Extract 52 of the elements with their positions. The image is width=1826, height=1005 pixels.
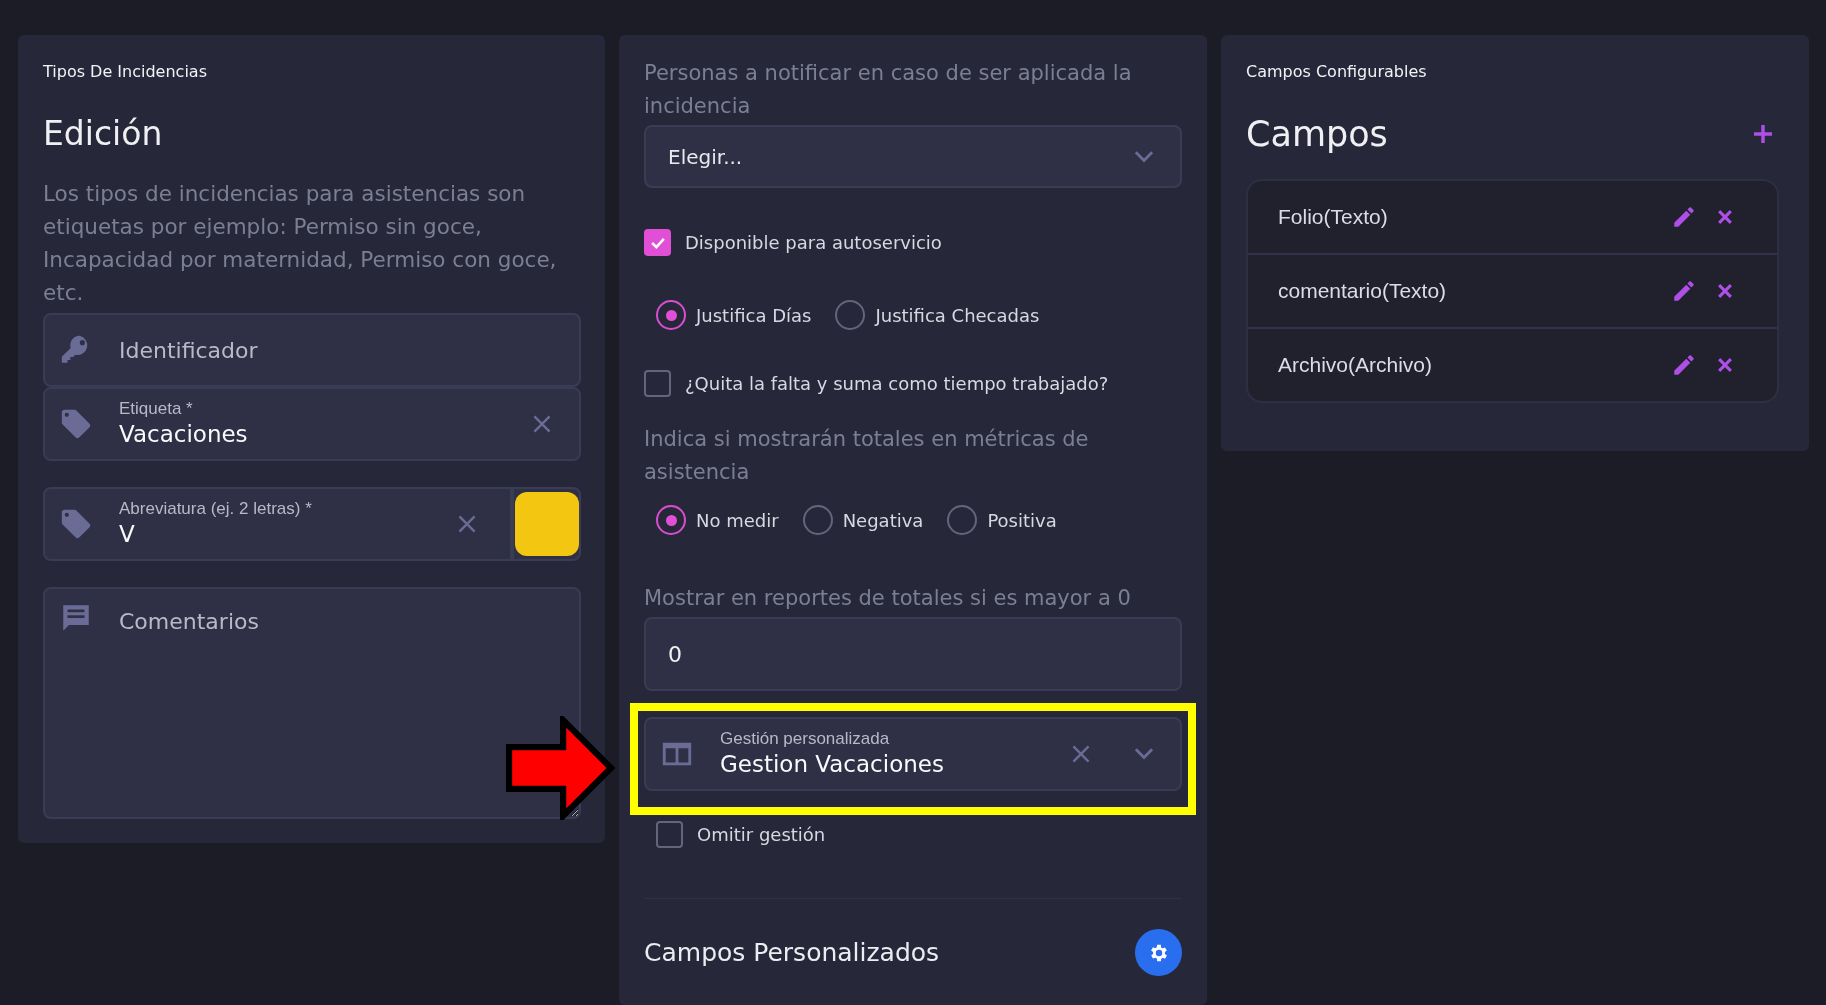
people-select[interactable]: Elegir... xyxy=(644,125,1182,188)
field-label: Abreviatura (ej. 2 letras) * xyxy=(119,499,313,519)
color-swatch[interactable] xyxy=(514,492,579,556)
radio-label: No medir xyxy=(696,509,779,531)
section-title: Campos Personalizados xyxy=(644,938,940,967)
radio-button[interactable] xyxy=(656,505,686,535)
radio-button[interactable] xyxy=(835,300,866,330)
checkbox-label: Omitir gestión xyxy=(697,824,826,845)
field-value: V xyxy=(119,520,136,549)
field-value: Gestion Vacaciones xyxy=(720,750,945,779)
abbreviation-field[interactable]: Abreviatura (ej. 2 letras) * V xyxy=(43,487,512,561)
management-select[interactable]: Gestión personalizada Gestion Vacaciones xyxy=(644,717,1182,791)
panel-subtitle: Campos Configurables xyxy=(1246,61,1428,83)
field-value: Vacaciones xyxy=(119,420,249,449)
panel-title: Campos xyxy=(1246,113,1388,155)
radio-button[interactable] xyxy=(802,505,833,535)
delete-icon[interactable] xyxy=(1715,207,1735,227)
radio-label: Justifica Días xyxy=(696,304,812,326)
tag-icon xyxy=(59,507,93,541)
edit-icon[interactable] xyxy=(1671,352,1697,378)
field-caption: Indica si mostrarán totales en métricas de asistencia xyxy=(644,426,1090,486)
radio-label: Positiva xyxy=(987,509,1057,531)
panel-subtitle: Tipos De Incidencias xyxy=(43,61,208,83)
delete-icon[interactable] xyxy=(1715,281,1735,301)
add-icon[interactable] xyxy=(1751,122,1775,146)
field-name: comentario(Texto) xyxy=(1277,279,1448,303)
field-label: Etiqueta * xyxy=(119,399,194,419)
checkbox[interactable] xyxy=(644,229,671,256)
checkbox[interactable] xyxy=(656,821,683,848)
settings-button[interactable] xyxy=(1135,929,1182,976)
field-caption: Personas a notificar en caso de ser aplicada la incidencia xyxy=(644,60,1133,120)
totals-input[interactable]: 0 xyxy=(644,617,1182,691)
panel-title: Edición xyxy=(43,113,164,155)
description-text: Los tipos de incidencias para asistencias son etiquetas por ejemplo: Permiso sin goce, Incapacidad por maternidad, Permiso con goce, etc. xyxy=(43,180,558,307)
field-name: Folio(Texto) xyxy=(1277,205,1389,229)
edit-icon[interactable] xyxy=(1671,278,1697,304)
delete-icon[interactable] xyxy=(1715,355,1735,375)
checkbox-label: ¿Quita la falta y suma como tiempo trabajado? xyxy=(685,373,1109,394)
label-field[interactable]: Etiqueta * Vacaciones xyxy=(43,387,581,461)
identifier-field[interactable]: Identificador xyxy=(43,313,581,387)
checkbox[interactable] xyxy=(644,370,671,397)
field-caption: Mostrar en reportes de totales si es mayor a 0 xyxy=(644,585,1132,612)
tag-icon xyxy=(59,407,93,441)
edit-icon[interactable] xyxy=(1671,204,1697,230)
radio-button[interactable] xyxy=(947,505,978,535)
checkbox-label: Disponible para autoservicio xyxy=(685,232,942,253)
radio-label: Justifica Checadas xyxy=(875,304,1040,326)
comments-field[interactable]: Comentarios xyxy=(43,587,581,819)
field-name: Archivo(Archivo) xyxy=(1277,353,1434,377)
radio-label: Negativa xyxy=(842,509,924,531)
field-label: Gestión personalizada xyxy=(720,729,891,749)
radio-button[interactable] xyxy=(656,300,686,330)
